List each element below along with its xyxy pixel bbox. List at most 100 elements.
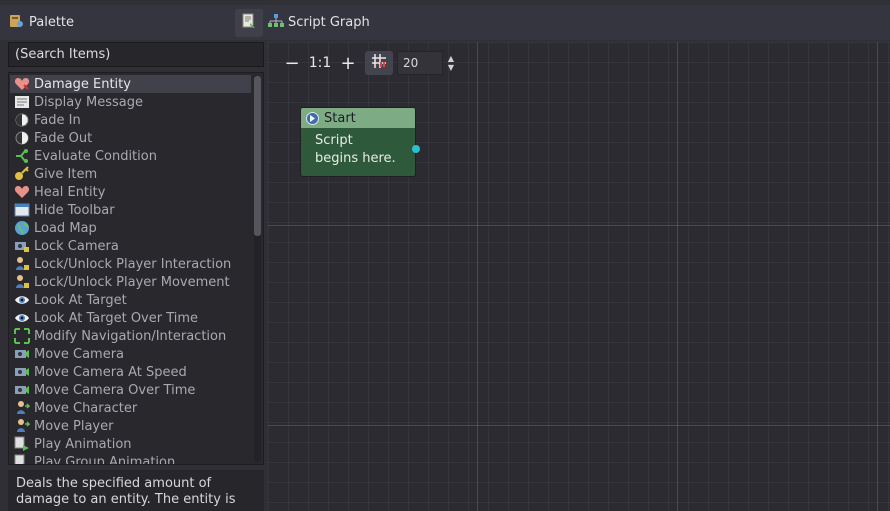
script-graph-canvas[interactable]: − 1:1 + 20 ▲ ▼ Start Script begins here. — [268, 42, 890, 511]
palette-item-label: Look At Target — [34, 292, 127, 308]
palette-item-label: Hide Toolbar — [34, 202, 115, 218]
palette-item-label: Give Item — [34, 166, 98, 182]
grid-size-spinner[interactable]: ▲ ▼ — [444, 51, 458, 75]
palette-item-label: Move Camera Over Time — [34, 382, 196, 398]
palette-item-label: Display Message — [34, 94, 144, 110]
spinner-up-icon[interactable]: ▲ — [448, 54, 454, 63]
palette-panel: Palette (Search Items) Damage Entity Disp… — [0, 0, 267, 511]
grid-line — [477, 42, 478, 511]
zoom-out-button[interactable]: − — [278, 51, 306, 75]
palette-item-label: Move Character — [34, 400, 138, 416]
graph-header: Script Graph — [267, 5, 890, 40]
fade-in-icon — [14, 112, 30, 128]
eye-icon — [14, 310, 30, 326]
palette-item[interactable]: Fade Out — [10, 129, 251, 147]
play-icon — [306, 111, 319, 125]
start-node-text-line1: Script — [315, 133, 353, 148]
new-script-button[interactable] — [235, 9, 263, 37]
palette-item-label: Look At Target Over Time — [34, 310, 199, 326]
script-doc-icon — [241, 13, 257, 33]
palette-item[interactable]: Move Player — [10, 417, 251, 435]
palette-item-label: Evaluate Condition — [34, 148, 157, 164]
palette-icon — [8, 13, 24, 33]
palette-item[interactable]: Heal Entity — [10, 183, 251, 201]
snap-grid-button[interactable] — [365, 51, 393, 75]
palette-item-label: Play Group Animation — [34, 454, 176, 465]
camera-icon — [14, 346, 30, 362]
palette-item[interactable]: Play Animation — [10, 435, 251, 453]
palette-item[interactable]: Lock/Unlock Player Movement — [10, 273, 251, 291]
zoom-in-button[interactable]: + — [334, 51, 362, 75]
palette-item-label: Lock Camera — [34, 238, 119, 254]
snap-grid-icon — [371, 53, 387, 74]
palette-item-label: Play Animation — [34, 436, 132, 452]
palette-item[interactable]: Move Camera At Speed — [10, 363, 251, 381]
palette-item[interactable]: Display Message — [10, 93, 251, 111]
camera-lock-icon — [14, 238, 30, 254]
tab-script-graph[interactable]: Script Graph — [267, 13, 370, 32]
palette-item[interactable]: Look At Target — [10, 291, 251, 309]
item-description: Deals the specified amount of damage to … — [8, 470, 264, 511]
palette-item-label: Fade In — [34, 112, 81, 128]
palette-item[interactable]: Fade In — [10, 111, 251, 129]
palette-item[interactable]: Move Character — [10, 399, 251, 417]
palette-item[interactable]: Evaluate Condition — [10, 147, 251, 165]
start-node-header[interactable]: Start — [301, 108, 415, 128]
palette-item[interactable]: Modify Navigation/Interaction — [10, 327, 251, 345]
start-node[interactable]: Start Script begins here. — [300, 107, 420, 177]
start-node-title: Start — [324, 110, 356, 126]
character-icon — [14, 400, 30, 416]
palette-item-label: Lock/Unlock Player Movement — [34, 274, 230, 290]
hierarchy-icon — [268, 13, 284, 32]
zoom-toolbar: − 1:1 + 20 ▲ ▼ — [278, 51, 458, 75]
palette-item-label: Move Camera — [34, 346, 125, 362]
grid-size-input[interactable]: 20 — [397, 51, 443, 75]
zoom-reset-button[interactable]: 1:1 — [306, 51, 334, 75]
palette-item[interactable]: Lock/Unlock Player Interaction — [10, 255, 251, 273]
heart-icon — [14, 184, 30, 200]
globe-icon — [14, 220, 30, 236]
scrollbar-thumb[interactable] — [254, 76, 261, 236]
character-icon — [14, 418, 30, 434]
palette-item[interactable]: Play Group Animation — [10, 453, 251, 465]
toolbar-icon — [14, 202, 30, 218]
grid-line — [677, 42, 678, 511]
palette-scrollbar[interactable] — [254, 76, 261, 462]
palette-item[interactable]: Give Item — [10, 165, 251, 183]
palette-item[interactable]: Move Camera — [10, 345, 251, 363]
expand-arrows-icon — [14, 328, 30, 344]
tab-label: Script Graph — [288, 15, 370, 30]
condition-icon — [14, 148, 30, 164]
palette-item-label: Move Camera At Speed — [34, 364, 187, 380]
player-lock-icon — [14, 256, 30, 272]
palette-item[interactable]: Load Map — [10, 219, 251, 237]
palette-item[interactable]: Hide Toolbar — [10, 201, 251, 219]
palette-title: Palette — [29, 15, 75, 30]
key-icon — [14, 166, 30, 182]
camera-icon — [14, 364, 30, 380]
spinner-down-icon[interactable]: ▼ — [448, 63, 454, 72]
grid-line — [268, 225, 890, 226]
palette-item-label: Fade Out — [34, 130, 93, 146]
camera-icon — [14, 382, 30, 398]
palette-item[interactable]: Look At Target Over Time — [10, 309, 251, 327]
palette-item[interactable]: Move Camera Over Time — [10, 381, 251, 399]
heart-damage-icon — [14, 76, 30, 92]
animation-icon — [14, 436, 30, 452]
start-node-body: Script begins here. — [301, 128, 415, 168]
grid-line — [877, 42, 878, 511]
palette-item-label: Modify Navigation/Interaction — [34, 328, 227, 344]
output-port[interactable] — [412, 145, 420, 153]
palette-item-label: Load Map — [34, 220, 97, 236]
palette-item-label: Lock/Unlock Player Interaction — [34, 256, 232, 272]
palette-list: Damage Entity Display Message Fade In Fade … — [8, 72, 264, 465]
palette-header: Palette — [0, 5, 267, 40]
eye-icon — [14, 292, 30, 308]
palette-item[interactable]: Lock Camera — [10, 237, 251, 255]
start-node-text-line2: begins here. — [315, 151, 396, 166]
palette-item[interactable]: Damage Entity — [10, 75, 251, 93]
animation-icon — [14, 454, 30, 464]
palette-item-label: Heal Entity — [34, 184, 106, 200]
palette-item-label: Move Player — [34, 418, 114, 434]
search-input[interactable]: (Search Items) — [8, 42, 264, 67]
